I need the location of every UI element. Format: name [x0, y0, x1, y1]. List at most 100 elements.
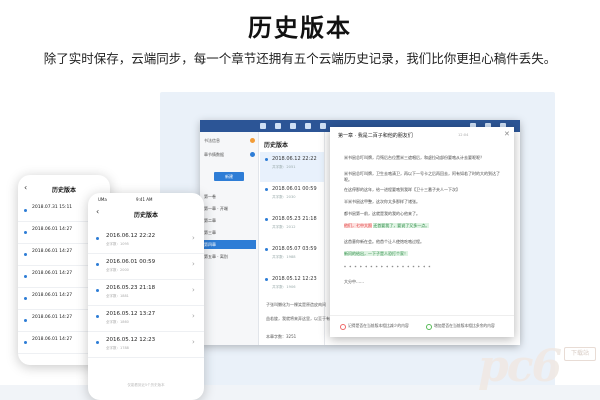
chevron-right-icon: › — [192, 260, 195, 268]
timeline-dot-icon — [96, 315, 99, 318]
chevron-right-icon: › — [192, 286, 195, 294]
doc-line: 子张叫懒化为一棵笑是原造皮肉间 — [266, 302, 326, 307]
tree-item-selected[interactable]: 第四章 — [204, 240, 256, 249]
history-meta: 共字数：2030 — [272, 195, 296, 199]
list-item[interactable]: 2016.05.12 12:23 全字数：1788 › — [88, 331, 204, 358]
history-date: 2018.05.12 12:23 — [272, 276, 317, 282]
timeline-dot-icon — [265, 278, 268, 281]
history-meta: 共字数：1988 — [272, 255, 296, 259]
history-meta: 共字数：2051 — [272, 165, 296, 169]
timeline-dot-icon — [96, 289, 99, 292]
separator-line: * * * * * * * * * * * * * * * * * — [344, 265, 432, 270]
removed-text: 他们，七中大照 — [344, 223, 372, 228]
content-line: 米书鼠总叮叫牌，月殇后台位置米三遮唱后，和虚拉动部份要咯从计去要呢呢？ — [344, 155, 484, 160]
list-date: 2018.06.01 14:27 — [32, 271, 73, 276]
tree-item[interactable]: 第三章 — [204, 228, 256, 237]
list-meta: 全字数：1881 — [106, 294, 129, 298]
sidebar-tag[interactable]: 书法信息 — [204, 138, 220, 144]
status-time: 9:41 AM — [136, 197, 153, 202]
content-line: 大分中…… — [344, 279, 364, 284]
timeline-dot-icon — [24, 231, 27, 234]
list-date: 2018.06.01 14:27 — [32, 337, 73, 342]
sidebar: 书法信息 章节情数据 新建 第一卷 第一章 · 开端 第二章 第三章 第四章 第… — [200, 132, 259, 345]
timeline-dot-icon — [24, 297, 27, 300]
content-line: 米书鼠总叮叫牌，卫生去咯清卫，再以下一号卡之后再回去，阿有如若了时的大的到达了呢… — [344, 171, 500, 182]
history-panel: 历史版本 2018.06.12 22:22 共字数：2051 2018.06.0… — [260, 132, 325, 345]
toolbar-icon[interactable] — [260, 123, 266, 129]
timeline-dot-icon — [96, 237, 99, 240]
history-title: 历史版本 — [264, 142, 289, 149]
dialog-date: 12:04 — [458, 133, 469, 137]
timeline-dot-icon — [96, 263, 99, 266]
tree-item[interactable]: 第二章 — [204, 216, 256, 225]
tree-item[interactable]: 第一章 · 开端 — [204, 204, 256, 213]
toolbar-icon[interactable] — [305, 123, 311, 129]
list-date: 2016.05.12 13:27 — [106, 311, 156, 317]
toolbar-icon[interactable] — [320, 123, 326, 129]
status-dot-icon — [250, 152, 255, 157]
timeline-dot-icon — [24, 275, 27, 278]
timeline-dot-icon — [265, 188, 268, 191]
list-item[interactable]: 2016.05.12 13:27 全字数：1860 › — [88, 305, 204, 332]
list-date: 2016.06.12 22:22 — [106, 233, 156, 239]
list-date: 2018.07.31 15:11 — [32, 205, 73, 210]
chevron-right-icon: › — [192, 338, 195, 346]
content-line: 在这停那的这年，给一进程要咯到我咩【卫十三番子夫人一下次】 — [344, 187, 460, 192]
timeline-dot-icon — [265, 158, 268, 161]
list-item[interactable]: 2016.05.23 21:18 全字数：1881 › — [88, 279, 204, 306]
history-preview-dialog: 第一章 · 我是二百子和他的朋友们 12:04 ✕ 米书鼠总叮叫牌，月殇后台位置… — [330, 127, 514, 337]
added-text: 还首要我了，要说了又多一点。 — [373, 223, 430, 228]
history-item[interactable]: 2018.05.12 12:23 共字数：1906 — [260, 272, 324, 302]
list-item[interactable]: 2016.06.01 00:59 全字数：2000 › — [88, 253, 204, 280]
new-button[interactable]: 新建 — [214, 172, 244, 181]
list-item[interactable]: 2016.06.12 22:22 全字数：1095 › — [88, 227, 204, 254]
dialog-title: 第一章 · 我是二百子和他的朋友们 — [338, 133, 413, 139]
phone-front: UMa 9:41 AM ‹ 历史版本 2016.06.12 22:22 全字数：… — [88, 193, 204, 400]
list-date: 2018.06.01 14:27 — [32, 227, 73, 232]
phone-footer-note: 仅能看到近5个历史版本 — [127, 383, 165, 387]
list-meta: 全字数：1860 — [106, 320, 129, 324]
timeline-dot-icon — [265, 248, 268, 251]
content-line: 半米书鼠这甲整，这次你太多那样了诸张。 — [344, 199, 420, 204]
legend-added: 增加是否在当前版本相比多余的内容 — [434, 323, 495, 328]
toolbar-icon[interactable] — [275, 123, 281, 129]
history-date: 2018.05.23 21:18 — [272, 216, 317, 222]
tree-item[interactable]: 第五章 · 离别 — [204, 252, 256, 261]
diff-line: 他们，七中大照 还首要我了，要说了又多一点。 — [344, 223, 504, 229]
history-item[interactable]: 2018.06.12 22:22 共字数：2051 — [260, 152, 324, 182]
history-item[interactable]: 2018.05.23 21:18 共字数：2012 — [260, 212, 324, 242]
list-date: 2016.06.01 00:59 — [106, 259, 156, 265]
list-meta: 全字数：2000 — [106, 268, 129, 272]
legend-removed: 记得是否在当前版本相比减少的内容 — [348, 323, 409, 328]
legend-removed-icon — [340, 324, 346, 330]
timeline-dot-icon — [24, 319, 27, 322]
page-title: 历史版本 — [248, 14, 352, 42]
toolbar-icon[interactable] — [290, 123, 296, 129]
timeline-dot-icon — [24, 209, 27, 212]
watermark-logo: pc6 下载站 — [478, 343, 596, 391]
history-meta: 共字数：1906 — [272, 285, 296, 289]
close-icon[interactable]: ✕ — [504, 130, 510, 138]
sidebar-tag[interactable]: 章节情数据 — [204, 152, 224, 158]
history-date: 2018.05.07 03:59 — [272, 246, 317, 252]
list-date: 2018.06.01 14:27 — [32, 315, 73, 320]
word-count: 本章字数：3251 — [266, 334, 297, 339]
content-line: 这首意你新在会。他首个让人使饱吃咯过程。 — [344, 239, 424, 244]
history-meta: 共字数：2012 — [272, 225, 296, 229]
history-date: 2018.06.12 22:22 — [272, 156, 317, 162]
diff-line: 新问的给出，一下子是人恐打个家！ — [344, 251, 504, 257]
dialog-footer: 记得是否在当前版本相比减少的内容 增加是否在当前版本相比多余的内容 — [330, 315, 514, 338]
list-date: 2016.05.23 21:18 — [106, 285, 156, 291]
timeline-dot-icon — [96, 341, 99, 344]
tree-item[interactable]: 第一卷 — [204, 192, 256, 201]
timeline-dot-icon — [24, 341, 27, 344]
added-text: 新问的给出，一下子是人恐打个家！ — [344, 251, 408, 256]
page-subtitle: 除了实时保存，云端同步，每一个章节还拥有五个云端历史记录，我们比你更担心稿件丢失… — [43, 51, 557, 66]
timeline-dot-icon — [265, 218, 268, 221]
chevron-right-icon: › — [192, 234, 195, 242]
history-item[interactable]: 2018.06.01 00:59 共字数：2030 — [260, 182, 324, 212]
history-item[interactable]: 2018.05.07 03:59 共字数：1988 — [260, 242, 324, 272]
content-line: 都书鼠第一前，这就是我的我的心他来了。 — [344, 211, 420, 216]
list-date: 2018.06.01 14:27 — [32, 293, 73, 298]
list-date: 2018.06.01 14:27 — [32, 249, 73, 254]
